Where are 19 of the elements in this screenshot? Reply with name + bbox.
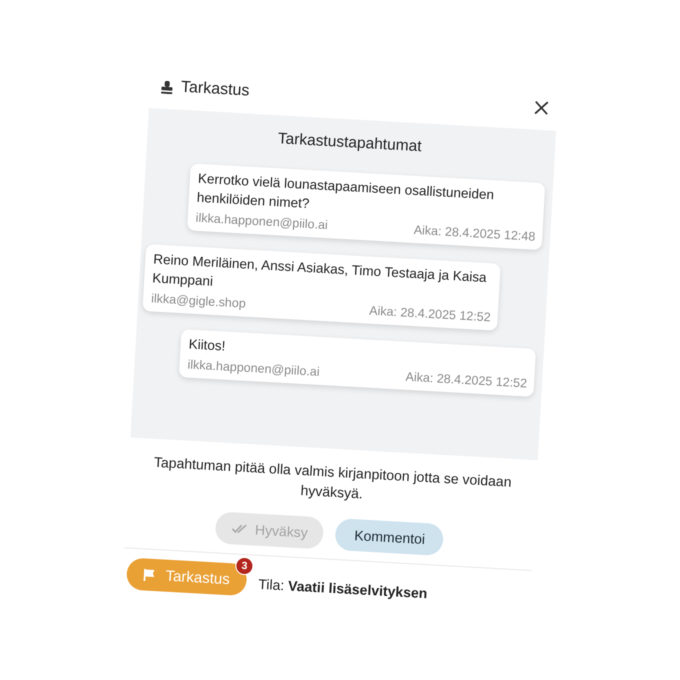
stamp-icon	[160, 80, 174, 94]
status-text: Tila: Vaatii lisäselvityksen	[258, 574, 428, 604]
sender-email: ilkka.happonen@piilo.ai	[187, 356, 320, 380]
sender-email: ilkka@gigle.shop	[150, 290, 246, 312]
message-text: Kiitos!	[188, 336, 227, 356]
message-time: Aika: 28.4.2025 12:48	[413, 222, 536, 245]
message-time: Aika: 28.4.2025 12:52	[368, 302, 492, 326]
dialog-title: Tarkastus	[180, 78, 250, 102]
panel-title: Tarkastustapahtumat	[277, 129, 422, 158]
close-button[interactable]	[533, 99, 550, 116]
flag-icon	[143, 568, 156, 582]
comment-button[interactable]: Kommentoi	[334, 518, 444, 556]
message-text: Kerrotko vielä lounastapaamiseen osallistuneiden henkilöiden nimet?	[196, 170, 496, 212]
sender-email: ilkka.happonen@piilo.ai	[195, 210, 328, 234]
count-badge: 3	[234, 556, 254, 576]
message-text: Reino Meriläinen, Anssi Asiakas, Timo Testaaja ja Kaisa Kumppani	[152, 250, 488, 291]
double-check-icon	[230, 523, 248, 534]
notice-text: Tapahtuman pitää olla valmis kirjanpitoon jotta se voidaan hyväksyä.	[152, 452, 513, 504]
message-time: Aika: 28.4.2025 12:52	[405, 368, 528, 392]
